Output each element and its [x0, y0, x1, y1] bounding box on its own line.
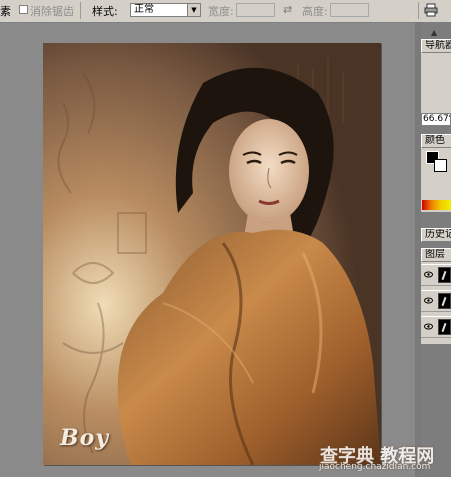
tab-layers[interactable]: 图层 — [421, 248, 451, 262]
color-ramp[interactable] — [422, 200, 451, 210]
tab-color[interactable]: 颜色 — [421, 134, 451, 148]
document-canvas[interactable] — [43, 43, 381, 465]
toolbar-divider — [80, 2, 81, 19]
layer-row[interactable] — [421, 290, 451, 312]
watermark-url: jiaocheng.chazidian.com — [319, 462, 431, 472]
eye-icon[interactable] — [424, 323, 433, 330]
style-select[interactable]: 正常 ▼ — [130, 3, 201, 17]
navigator-panel — [421, 53, 451, 113]
height-label: 高度: — [302, 5, 328, 18]
chevron-down-icon[interactable]: ▼ — [187, 4, 200, 16]
portrait-photo — [43, 43, 381, 465]
width-label: 宽度: — [208, 5, 234, 18]
antialias-checkbox[interactable] — [19, 5, 28, 14]
chevron-up-icon[interactable]: ▲ — [431, 28, 437, 37]
layer-thumbnail — [438, 319, 451, 335]
layer-row[interactable] — [421, 264, 451, 286]
height-field[interactable] — [330, 3, 369, 17]
style-label: 样式: — [92, 5, 118, 18]
boy-logo: Boy — [60, 425, 110, 451]
zoom-field[interactable]: 66.67% — [421, 113, 451, 126]
width-field[interactable] — [236, 3, 275, 17]
layer-row[interactable] — [421, 316, 451, 338]
tab-history[interactable]: 历史记 — [421, 228, 451, 242]
swap-arrows-icon[interactable]: ⇄ — [283, 3, 292, 16]
tool-preset-label: 素 — [0, 5, 11, 18]
style-select-value: 正常 — [134, 4, 154, 15]
eye-icon[interactable] — [424, 297, 433, 304]
printer-icon[interactable] — [424, 3, 438, 17]
options-bar: 素 消除锯齿 样式: 正常 ▼ 宽度: ⇄ 高度: — [0, 0, 451, 23]
layer-thumbnail — [438, 267, 451, 283]
toolbar-divider — [418, 2, 419, 19]
tab-navigator[interactable]: 导航器 — [421, 39, 451, 53]
layer-thumbnail — [438, 293, 451, 309]
background-color-swatch[interactable] — [434, 159, 447, 172]
antialias-label: 消除锯齿 — [30, 5, 74, 18]
eye-icon[interactable] — [424, 271, 433, 278]
